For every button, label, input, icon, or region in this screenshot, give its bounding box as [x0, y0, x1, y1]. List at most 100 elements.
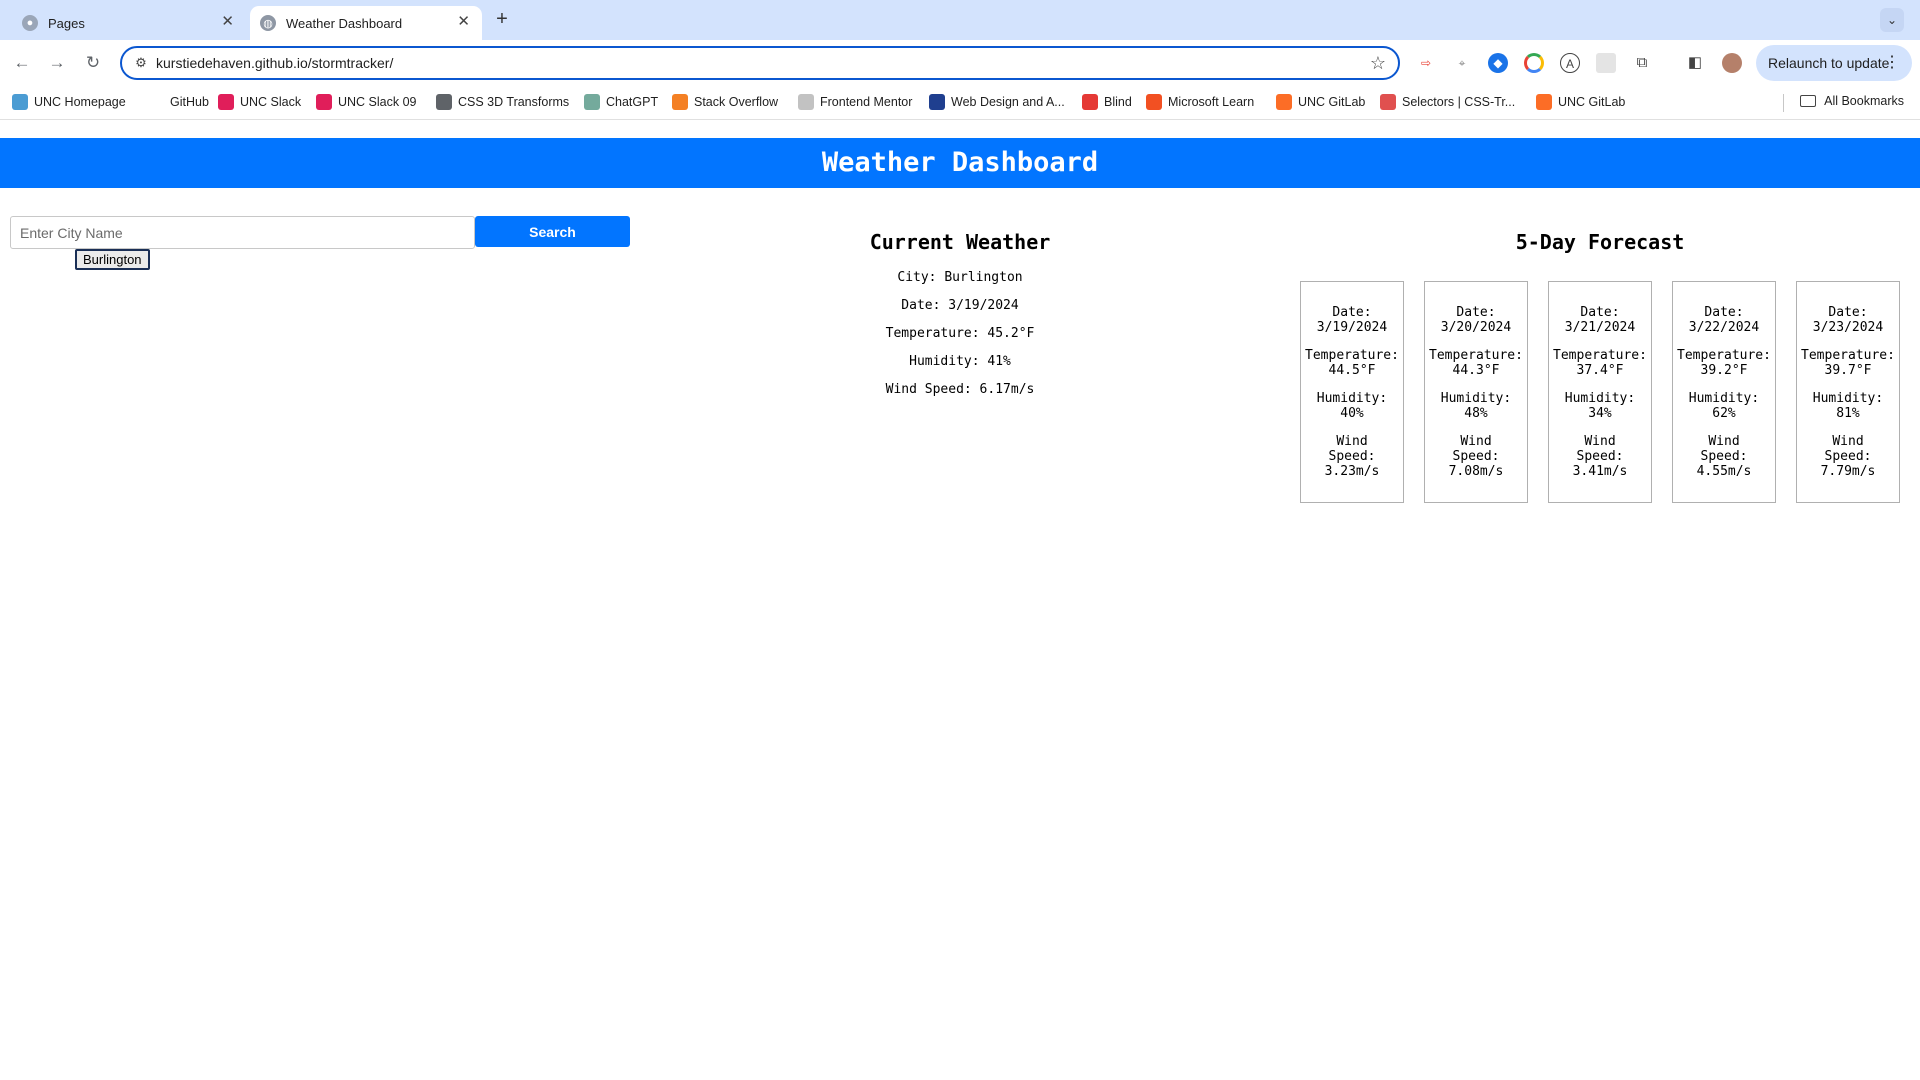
forecast-temp-label: Temperature: [1677, 348, 1771, 363]
close-tab-icon[interactable]: ✕ [457, 14, 470, 30]
bookmarks-divider [1783, 94, 1784, 112]
bookmark-label: Stack Overflow [694, 95, 779, 109]
forecast-date-label: Date: [1332, 305, 1372, 320]
extension-record-icon[interactable]: ⇨ [1416, 53, 1436, 73]
tab-title: Weather Dashboard [286, 15, 403, 31]
web-page: Weather Dashboard Search Burlington Curr… [0, 120, 1920, 1080]
all-bookmarks-button[interactable]: All Bookmarks [1800, 94, 1904, 108]
current-humidity: Humidity: 41% [909, 354, 1011, 369]
current-city: City: Burlington [897, 270, 1023, 285]
bookmark-label: Microsoft Learn [1168, 95, 1255, 109]
forecast-card: Date: 3/21/2024 Temperature: 37.4°F Humidi… [1548, 281, 1652, 503]
more-menu-icon[interactable]: ⋮ [1884, 45, 1900, 81]
bookmark-label: UNC Homepage [34, 95, 126, 109]
forecast-humidity-label: Humidity: [1316, 391, 1388, 406]
bookmark-item[interactable]: UNC Slack [218, 94, 301, 110]
extension-blue-icon[interactable]: ◆ [1488, 53, 1508, 73]
bookmark-star-icon[interactable]: ☆ [1370, 53, 1386, 73]
forecast-humidity: 40% [1340, 406, 1364, 421]
bookmark-item[interactable]: CSS 3D Transforms [436, 94, 569, 110]
extension-a-icon[interactable]: A [1560, 53, 1580, 73]
slack-icon [316, 94, 332, 110]
forecast-title: 5-Day Forecast [1515, 230, 1685, 254]
tab-strip: ● Pages ✕ ◍ Weather Dashboard ✕ + ⌄ [0, 0, 1920, 40]
bookmark-item[interactable]: UNC Homepage [12, 94, 126, 110]
tab-weather-dashboard[interactable]: ◍ Weather Dashboard ✕ [250, 6, 482, 40]
bookmarks-bar: All Bookmarks UNC Homepage GitHub UNC Slac… [0, 86, 1920, 120]
csstricks-icon [1380, 94, 1396, 110]
github-icon [148, 94, 164, 110]
current-temperature: Temperature: 45.2°F [885, 326, 1035, 341]
forecast-wind: 3.23m/s [1324, 464, 1380, 479]
gitlab-icon [1276, 94, 1292, 110]
bookmark-item[interactable]: ChatGPT [584, 94, 658, 110]
address-bar[interactable]: ⚙ kurstiedehaven.github.io/stormtracker/… [120, 46, 1400, 80]
current-date: Date: 3/19/2024 [901, 298, 1019, 313]
forecast-card: Date: 3/19/2024 Temperature: 44.5°F Humidi… [1300, 281, 1404, 503]
forecast-humidity-label: Humidity: [1440, 391, 1512, 406]
bookmark-item[interactable]: UNC GitLab [1536, 94, 1625, 110]
search-history-button[interactable]: Burlington [75, 249, 150, 270]
bookmark-label: Frontend Mentor [820, 95, 913, 109]
bookmark-item[interactable]: GitHub [148, 94, 209, 110]
bookmark-item[interactable]: UNC GitLab [1276, 94, 1365, 110]
bookmark-label: UNC GitLab [1558, 95, 1626, 109]
bookmark-item[interactable]: Web Design and A... [929, 94, 1065, 110]
relaunch-button[interactable]: Relaunch to update ⋮ [1756, 45, 1912, 81]
tab-pages[interactable]: ● Pages ✕ [12, 6, 246, 40]
bookmark-label: Web Design and A... [951, 95, 1065, 109]
forecast-temp: 44.3°F [1452, 363, 1500, 378]
forward-arrow-icon[interactable]: → [45, 51, 69, 75]
bookmark-item[interactable]: Frontend Mentor [798, 94, 912, 110]
chatgpt-icon [584, 94, 600, 110]
forecast-temp-label: Temperature: [1553, 348, 1647, 363]
forecast-card: Date: 3/20/2024 Temperature: 44.3°F Humidi… [1424, 281, 1528, 503]
bookmark-item[interactable]: UNC Slack 09 [316, 94, 417, 110]
side-panel-icon[interactable]: ◧ [1685, 53, 1705, 73]
forecast-humidity-label: Humidity: [1564, 391, 1636, 406]
all-bookmarks-label: All Bookmarks [1824, 94, 1904, 108]
forecast-wind-label: Wind [1460, 434, 1492, 449]
new-tab-button[interactable]: + [492, 9, 512, 29]
bookmark-label: UNC GitLab [1298, 95, 1366, 109]
forecast-humidity: 34% [1588, 406, 1612, 421]
extension-color-ring-icon[interactable] [1524, 53, 1544, 73]
microsoft-icon [1146, 94, 1162, 110]
bookmark-label: UNC Slack 09 [338, 95, 417, 109]
folder-icon [1800, 95, 1817, 107]
url-text[interactable]: kurstiedehaven.github.io/stormtracker/ [156, 55, 393, 71]
bookmark-item[interactable]: Stack Overflow [672, 94, 778, 110]
tab-search-chevron-icon[interactable]: ⌄ [1880, 8, 1904, 32]
unc-icon [12, 94, 28, 110]
extension-grid-icon[interactable] [1596, 53, 1616, 73]
forecast-date: 3/21/2024 [1564, 320, 1636, 335]
page-title: Weather Dashboard [0, 138, 1920, 188]
forecast-wind-label: Wind [1336, 434, 1368, 449]
reload-icon[interactable]: ↻ [81, 51, 105, 75]
search-button[interactable]: Search [475, 216, 630, 247]
bookmark-item[interactable]: Blind [1082, 94, 1132, 110]
forecast-wind-label: Speed: [1824, 449, 1872, 464]
browser-toolbar: ← → ↻ ⚙ kurstiedehaven.github.io/stormtr… [0, 40, 1920, 86]
back-arrow-icon[interactable]: ← [10, 51, 34, 75]
frontend-mentor-icon [798, 94, 814, 110]
bookmark-item[interactable]: Microsoft Learn [1146, 94, 1254, 110]
site-info-icon[interactable]: ⚙ [132, 54, 150, 72]
bookmark-item[interactable]: Selectors | CSS-Tr... [1380, 94, 1515, 110]
extension-mouse-icon[interactable]: ⌖ [1452, 53, 1472, 73]
close-tab-icon[interactable]: ✕ [221, 14, 234, 30]
bookmark-label: ChatGPT [606, 95, 659, 109]
bookmark-label: CSS 3D Transforms [458, 95, 570, 109]
bookmark-label: Selectors | CSS-Tr... [1402, 95, 1516, 109]
forecast-wind: 4.55m/s [1696, 464, 1752, 479]
bookmark-label: Blind [1104, 95, 1132, 109]
forecast-date-label: Date: [1704, 305, 1744, 320]
forecast-temp: 37.4°F [1576, 363, 1624, 378]
forecast-wind: 7.79m/s [1820, 464, 1876, 479]
forecast-wind-label: Wind [1832, 434, 1864, 449]
profile-avatar[interactable] [1722, 53, 1742, 73]
extensions-puzzle-icon[interactable]: ⧉ [1632, 53, 1652, 73]
bookmark-label: GitHub [170, 95, 209, 109]
city-search-input[interactable] [10, 216, 475, 249]
forecast-temp-label: Temperature: [1801, 348, 1895, 363]
